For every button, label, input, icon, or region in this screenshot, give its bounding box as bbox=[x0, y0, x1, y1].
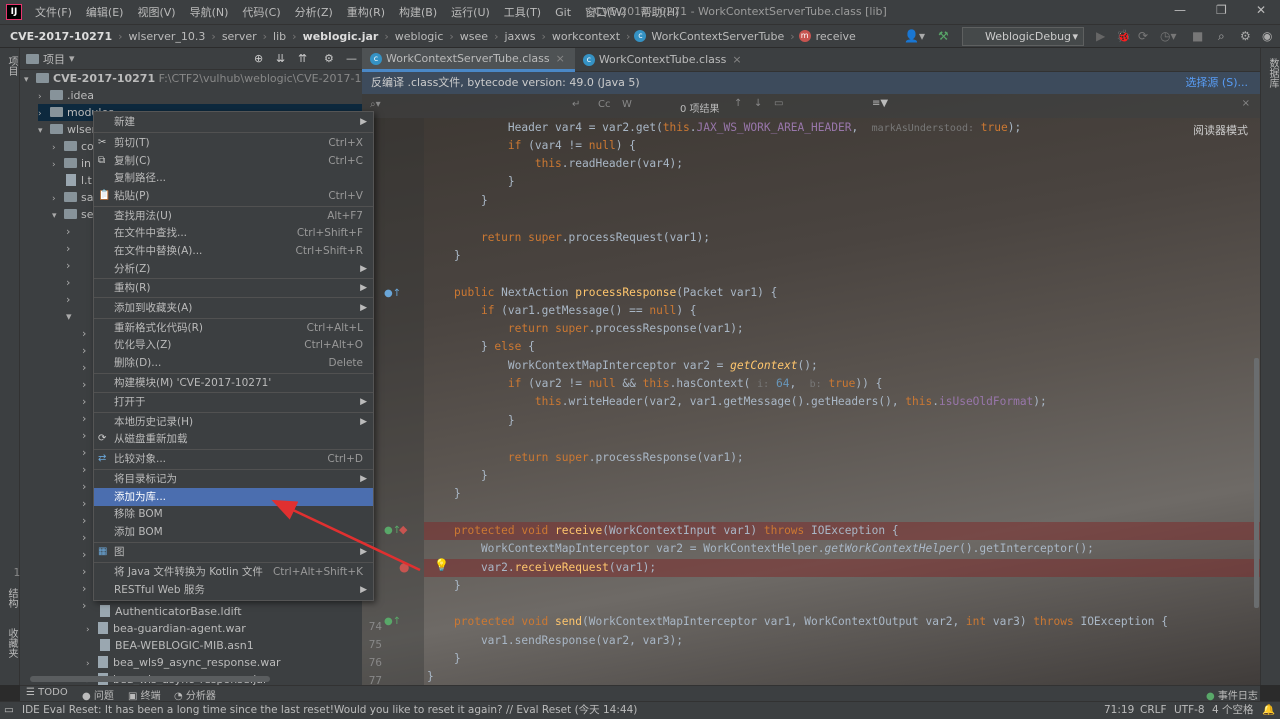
notifications-icon[interactable]: 🔔 bbox=[1262, 702, 1275, 719]
line-separator[interactable]: CRLF bbox=[1140, 702, 1167, 719]
status-message[interactable]: IDE Eval Reset: It has been a long time … bbox=[22, 702, 637, 719]
event-log-button[interactable]: ● 事件日志 bbox=[1206, 687, 1258, 702]
profiler-tool-button[interactable]: ◔ 分析器 bbox=[174, 687, 216, 702]
bottom-tool-bar: ☰ TODO ● 问题 ▣ 终端 ◔ 分析器 ● 事件日志 bbox=[20, 685, 1260, 702]
status-icon[interactable]: ▭ bbox=[4, 702, 14, 719]
terminal-tool-button[interactable]: ▣ 终端 bbox=[128, 687, 161, 702]
problems-tool-button[interactable]: ● 问题 bbox=[82, 687, 114, 702]
annotation-arrow bbox=[271, 499, 421, 572]
status-bar: ▭ IDE Eval Reset: It has been a long tim… bbox=[0, 701, 1280, 719]
indent-setting[interactable]: 4 个空格 bbox=[1212, 702, 1254, 719]
todo-tool-button[interactable]: ☰ TODO bbox=[26, 687, 68, 698]
caret-position[interactable]: 71:19 bbox=[1104, 702, 1134, 719]
file-encoding[interactable]: UTF-8 bbox=[1174, 702, 1205, 719]
